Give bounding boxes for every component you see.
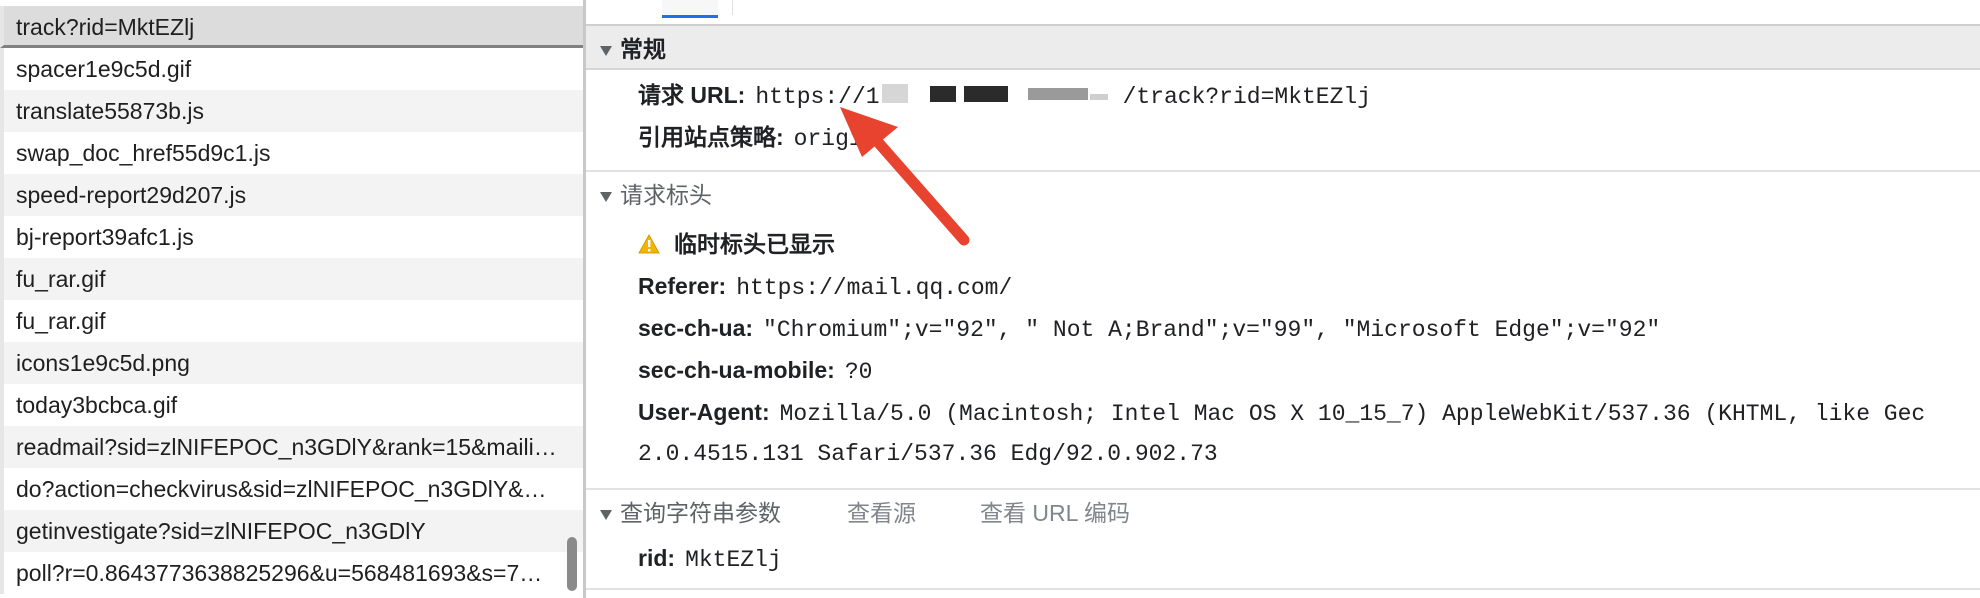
request-row[interactable]: poll?r=0.8643773638825296&u=568481693&s=… (0, 552, 583, 594)
redaction-mark (882, 84, 908, 103)
expand-triangle-icon (600, 509, 612, 520)
redaction-mark (964, 86, 1008, 102)
query-param-label: rid: (638, 545, 676, 571)
query-param-row: rid: MktEZlj (638, 541, 782, 577)
request-row[interactable]: today3bcbca.gif (0, 384, 583, 426)
details-tabstrip (586, 0, 1980, 20)
header-label: User-Agent: (638, 399, 770, 425)
header-row-user-agent-continuation: 2.0.4515.131 Safari/537.36 Edg/92.0.902.… (638, 435, 1218, 471)
referrer-policy-label: 引用站点策略: (638, 124, 784, 150)
request-row-selected[interactable]: track?rid=MktEZlj (0, 6, 583, 48)
header-label: sec-ch-ua: (638, 315, 754, 341)
header-value[interactable]: "Chromium";v="92", " Not A;Brand";v="99"… (763, 317, 1660, 343)
request-row[interactable]: fu_rar.gif (0, 300, 583, 342)
expand-triangle-icon (600, 45, 612, 56)
tab-divider (732, 0, 733, 15)
section-general-title: 常规 (620, 36, 666, 62)
request-url-suffix[interactable]: /track?rid=MktEZlj (1123, 84, 1371, 110)
section-general-header[interactable]: 常规 (586, 24, 1980, 70)
header-row-sec-ch-ua: sec-ch-ua: "Chromium";v="92", " Not A;Bra… (638, 311, 1660, 347)
request-row[interactable]: getinvestigate?sid=zlNIFEPOC_n3GDlY (0, 510, 583, 552)
header-value[interactable]: ?0 (845, 359, 873, 385)
referrer-policy-row: 引用站点策略: origin (638, 120, 877, 156)
request-row[interactable]: translate55873b.js (0, 90, 583, 132)
header-label: sec-ch-ua-mobile: (638, 357, 835, 383)
provisional-headers-warning: 临时标头已显示 (638, 227, 835, 263)
view-url-encoded-link[interactable]: 查看 URL 编码 (980, 490, 1130, 536)
request-row[interactable]: swap_doc_href55d9c1.js (0, 132, 583, 174)
header-value-continuation[interactable]: 2.0.4515.131 Safari/537.36 Edg/92.0.902.… (638, 441, 1218, 467)
request-row[interactable]: spacer1e9c5d.gif (0, 48, 583, 90)
header-row-sec-ch-ua-mobile: sec-ch-ua-mobile: ?0 (638, 353, 872, 389)
request-url-prefix[interactable]: https://1 (755, 84, 879, 110)
redaction-mark (1090, 94, 1108, 100)
header-label: Referer: (638, 273, 727, 299)
referrer-policy-value[interactable]: origin (794, 126, 877, 152)
request-row[interactable]: readmail?sid=zlNIFEPOC_n3GDlY&rank=15&ma… (0, 426, 583, 468)
active-tab-indicator[interactable] (662, 0, 718, 18)
request-list: track?rid=MktEZlj spacer1e9c5d.gif trans… (0, 0, 586, 598)
request-row[interactable]: bj-report39afc1.js (0, 216, 583, 258)
request-row[interactable]: do?action=checkvirus&sid=zlNIFEPOC_n3GDl… (0, 468, 583, 510)
header-row-referer: Referer: https://mail.qq.com/ (638, 269, 1012, 305)
scrollbar-thumb[interactable] (567, 537, 577, 591)
section-query-params-title: 查询字符串参数 (620, 500, 781, 526)
section-divider (586, 588, 1980, 590)
request-row[interactable]: icons1e9c5d.png (0, 342, 583, 384)
redaction-mark (1028, 88, 1088, 100)
expand-triangle-icon (600, 191, 612, 202)
section-query-params-header[interactable]: 查询字符串参数 查看源 查看 URL 编码 (586, 488, 1980, 534)
section-request-headers-title: 请求标头 (620, 182, 712, 208)
view-source-link[interactable]: 查看源 (847, 490, 916, 536)
request-details-panel: 常规 请求 URL: https://1/track?rid=MktEZlj 引用… (586, 0, 1980, 598)
query-param-value[interactable]: MktEZlj (685, 547, 782, 573)
header-row-user-agent: User-Agent: Mozilla/5.0 (Macintosh; Intel… (638, 395, 1925, 431)
request-row[interactable]: speed-report29d207.js (0, 174, 583, 216)
warning-icon (638, 229, 660, 263)
header-value[interactable]: Mozilla/5.0 (Macintosh; Intel Mac OS X 1… (780, 401, 1926, 427)
request-url-label: 请求 URL: (638, 82, 746, 108)
redaction-mark (930, 86, 956, 102)
request-row[interactable]: fu_rar.gif (0, 258, 583, 300)
header-value[interactable]: https://mail.qq.com/ (736, 275, 1012, 301)
section-request-headers-header[interactable]: 请求标头 (586, 170, 1980, 216)
warning-text: 临时标头已显示 (674, 231, 835, 257)
